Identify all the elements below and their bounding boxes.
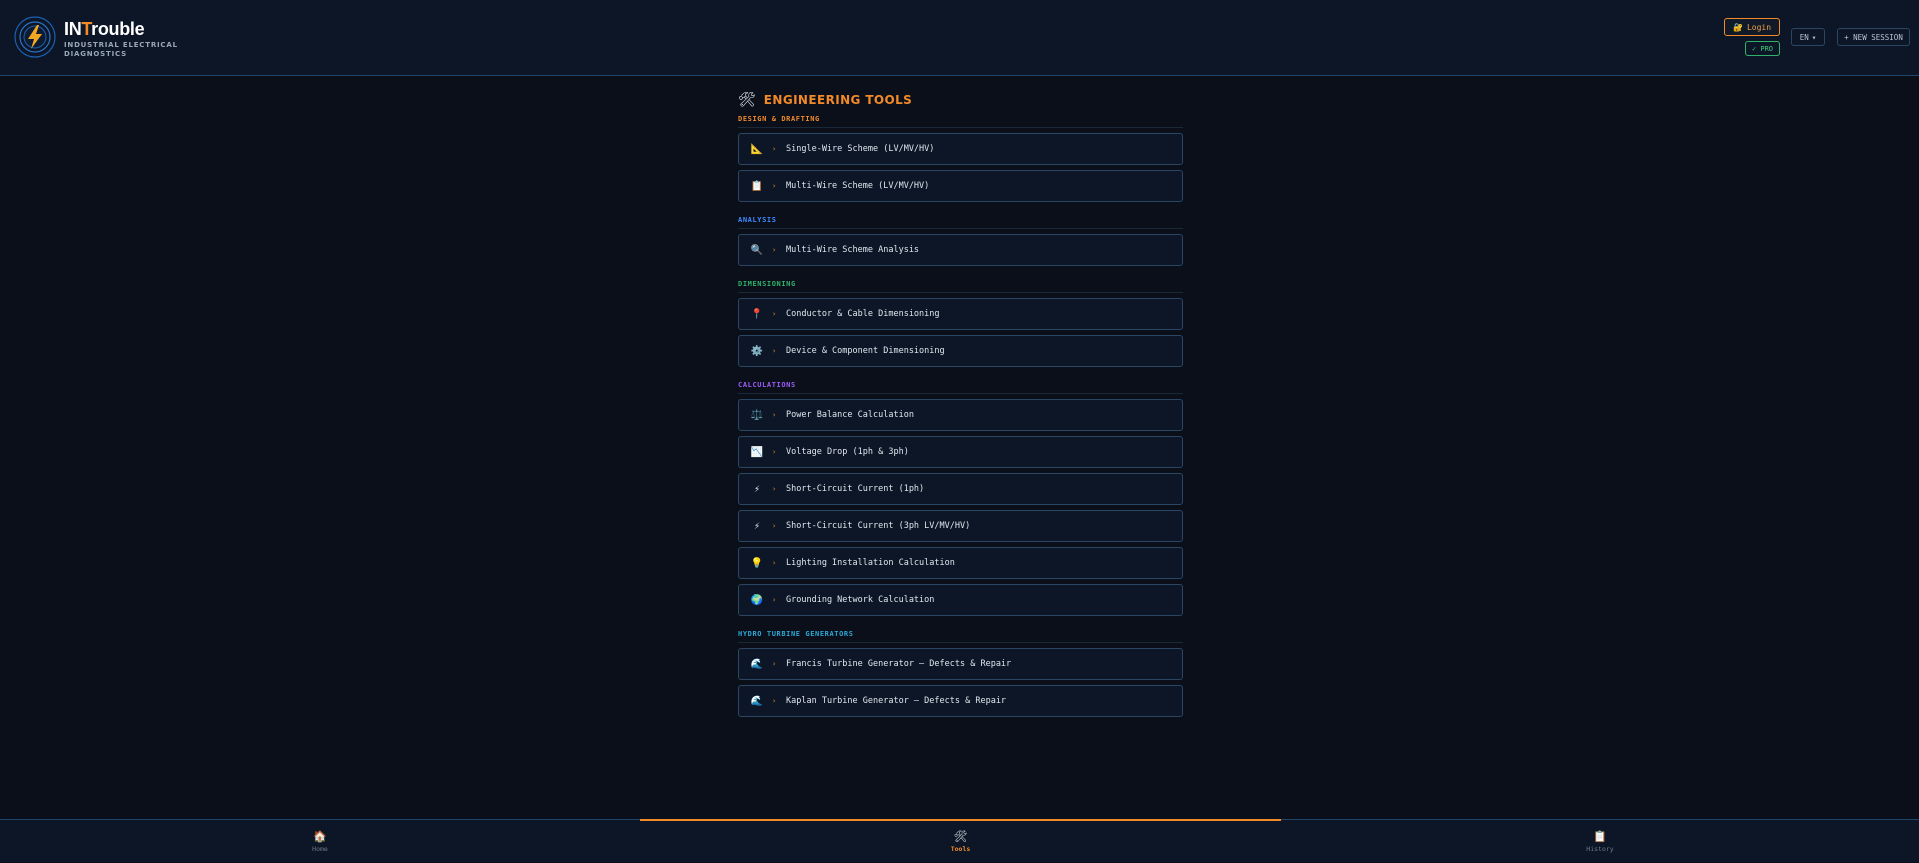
app-header: INTrouble INDUSTRIAL ELECTRICAL DIAGNOST… bbox=[0, 0, 1919, 76]
scale-icon: ⚖️ bbox=[750, 409, 764, 421]
pro-badge: ✓ PRO bbox=[1745, 41, 1780, 56]
section-label: HYDRO TURBINE GENERATORS bbox=[738, 630, 1183, 643]
tool-sections: DESIGN & DRAFTING 📐 › Single-Wire Scheme (L… bbox=[738, 115, 1183, 717]
page-title-text: ENGINEERING TOOLS bbox=[763, 93, 913, 107]
tools-panel: 🛠 ENGINEERING TOOLS DESIGN & DRAFTING 📐 › S… bbox=[738, 90, 1183, 722]
nav-tab-home[interactable]: 🏠 Home bbox=[0, 820, 640, 863]
lightning-icon: ⚡ bbox=[753, 520, 761, 532]
magnifier-icon: 🔍 bbox=[750, 244, 764, 256]
bottom-nav: 🏠 Home 🛠 Tools 📋 History bbox=[0, 819, 1919, 862]
chevron-right-icon: › bbox=[772, 347, 777, 355]
tool-item-label: Single-Wire Scheme (LV/MV/HV) bbox=[786, 144, 935, 154]
login-button[interactable]: 🔐 Login bbox=[1724, 18, 1780, 36]
logo-lightning-icon[interactable] bbox=[14, 16, 56, 58]
brand-title: INTrouble bbox=[64, 19, 145, 39]
wave-icon: 🌊 bbox=[750, 695, 764, 707]
chevron-right-icon: › bbox=[772, 448, 777, 456]
tool-item[interactable]: ⚡ › Short-Circuit Current (3ph LV/MV/HV) bbox=[738, 510, 1183, 542]
tool-item-label: Voltage Drop (1ph & 3ph) bbox=[786, 447, 909, 457]
tool-item-label: Grounding Network Calculation bbox=[786, 595, 935, 605]
language-label: EN bbox=[1799, 32, 1809, 42]
triangle-ruler-icon: 📐 bbox=[750, 143, 764, 155]
login-label: Login bbox=[1746, 22, 1772, 32]
tools-icon: 🛠 bbox=[953, 830, 968, 843]
tool-item[interactable]: 📍 › Conductor & Cable Dimensioning bbox=[738, 298, 1183, 330]
chevron-right-icon: › bbox=[772, 697, 777, 705]
chevron-right-icon: › bbox=[772, 559, 777, 567]
tool-item-label: Multi-Wire Scheme (LV/MV/HV) bbox=[786, 181, 930, 191]
chevron-right-icon: › bbox=[772, 246, 777, 254]
chevron-right-icon: › bbox=[772, 485, 777, 493]
home-icon: 🏠 bbox=[313, 830, 327, 843]
tool-item-label: Kaplan Turbine Generator — Defects & Rep… bbox=[786, 696, 1007, 706]
pushpin-icon: 📍 bbox=[750, 308, 764, 320]
section-label: ANALYSIS bbox=[738, 216, 1183, 229]
tool-item-label: Lighting Installation Calculation bbox=[786, 558, 955, 568]
nav-tab-label: Tools bbox=[950, 845, 971, 853]
tool-item[interactable]: ⚖️ › Power Balance Calculation bbox=[738, 399, 1183, 431]
wave-icon: 🌊 bbox=[750, 658, 764, 670]
tool-item[interactable]: 📋 › Multi-Wire Scheme (LV/MV/HV) bbox=[738, 170, 1183, 202]
tool-item[interactable]: ⚡ › Short-Circuit Current (1ph) bbox=[738, 473, 1183, 505]
tools-icon: 🛠 bbox=[738, 92, 756, 108]
lock-icon: 🔐 bbox=[1732, 22, 1743, 32]
tool-item-label: Multi-Wire Scheme Analysis bbox=[786, 245, 920, 255]
tool-item-label: Device & Component Dimensioning bbox=[786, 346, 945, 356]
tool-item-label: Conductor & Cable Dimensioning bbox=[786, 309, 940, 319]
tool-section: HYDRO TURBINE GENERATORS 🌊 › Francis Turbin… bbox=[738, 630, 1183, 717]
chevron-right-icon: › bbox=[772, 522, 777, 530]
chart-down-icon: 📉 bbox=[750, 446, 764, 458]
lightbulb-icon: 💡 bbox=[750, 557, 764, 569]
chevron-right-icon: › bbox=[772, 182, 777, 190]
nav-tab-tools[interactable]: 🛠 Tools bbox=[640, 820, 1281, 863]
section-label: CALCULATIONS bbox=[738, 381, 1183, 394]
tool-item[interactable]: ⚙️ › Device & Component Dimensioning bbox=[738, 335, 1183, 367]
tool-item[interactable]: 🌍 › Grounding Network Calculation bbox=[738, 584, 1183, 616]
chevron-right-icon: › bbox=[772, 411, 777, 419]
tool-item[interactable]: 💡 › Lighting Installation Calculation bbox=[738, 547, 1183, 579]
gear-icon: ⚙️ bbox=[750, 345, 764, 357]
tool-item[interactable]: 📉 › Voltage Drop (1ph & 3ph) bbox=[738, 436, 1183, 468]
tool-item-label: Short-Circuit Current (3ph LV/MV/HV) bbox=[786, 521, 971, 531]
tool-section: DESIGN & DRAFTING 📐 › Single-Wire Scheme (L… bbox=[738, 115, 1183, 202]
tool-item-label: Francis Turbine Generator — Defects & Re… bbox=[786, 659, 1012, 669]
page-title: 🛠 ENGINEERING TOOLS bbox=[738, 90, 1183, 110]
tool-item[interactable]: 🔍 › Multi-Wire Scheme Analysis bbox=[738, 234, 1183, 266]
chevron-right-icon: › bbox=[772, 145, 777, 153]
nav-tab-label: History bbox=[1586, 845, 1614, 853]
chevron-down-icon: ▾ bbox=[1811, 32, 1817, 42]
tool-section: CALCULATIONS ⚖️ › Power Balance Calculation… bbox=[738, 381, 1183, 616]
language-select[interactable]: EN ▾ bbox=[1791, 28, 1825, 46]
clipboard-icon: 📋 bbox=[1593, 830, 1607, 843]
chevron-right-icon: › bbox=[772, 310, 777, 318]
clipboard-icon: 📋 bbox=[750, 180, 764, 192]
tool-item[interactable]: 📐 › Single-Wire Scheme (LV/MV/HV) bbox=[738, 133, 1183, 165]
tool-section: DIMENSIONING 📍 › Conductor & Cable Dimensio… bbox=[738, 280, 1183, 367]
chevron-right-icon: › bbox=[772, 660, 777, 668]
tool-item-label: Power Balance Calculation bbox=[786, 410, 914, 420]
globe-icon: 🌍 bbox=[750, 594, 764, 606]
section-label: DIMENSIONING bbox=[738, 280, 1183, 293]
tool-item[interactable]: 🌊 › Francis Turbine Generator — Defects & … bbox=[738, 648, 1183, 680]
tool-item-label: Short-Circuit Current (1ph) bbox=[786, 484, 925, 494]
brand-subtitle: INDUSTRIAL ELECTRICAL DIAGNOSTICS bbox=[64, 41, 178, 58]
new-session-button[interactable]: + NEW SESSION bbox=[1837, 28, 1910, 46]
chevron-right-icon: › bbox=[772, 596, 777, 604]
tool-section: ANALYSIS 🔍 › Multi-Wire Scheme Analysis bbox=[738, 216, 1183, 266]
section-label: DESIGN & DRAFTING bbox=[738, 115, 1183, 128]
tool-item[interactable]: 🌊 › Kaplan Turbine Generator — Defects & R… bbox=[738, 685, 1183, 717]
nav-tab-history[interactable]: 📋 History bbox=[1281, 820, 1919, 863]
nav-tab-label: Home bbox=[312, 845, 328, 853]
lightning-icon: ⚡ bbox=[753, 483, 761, 495]
